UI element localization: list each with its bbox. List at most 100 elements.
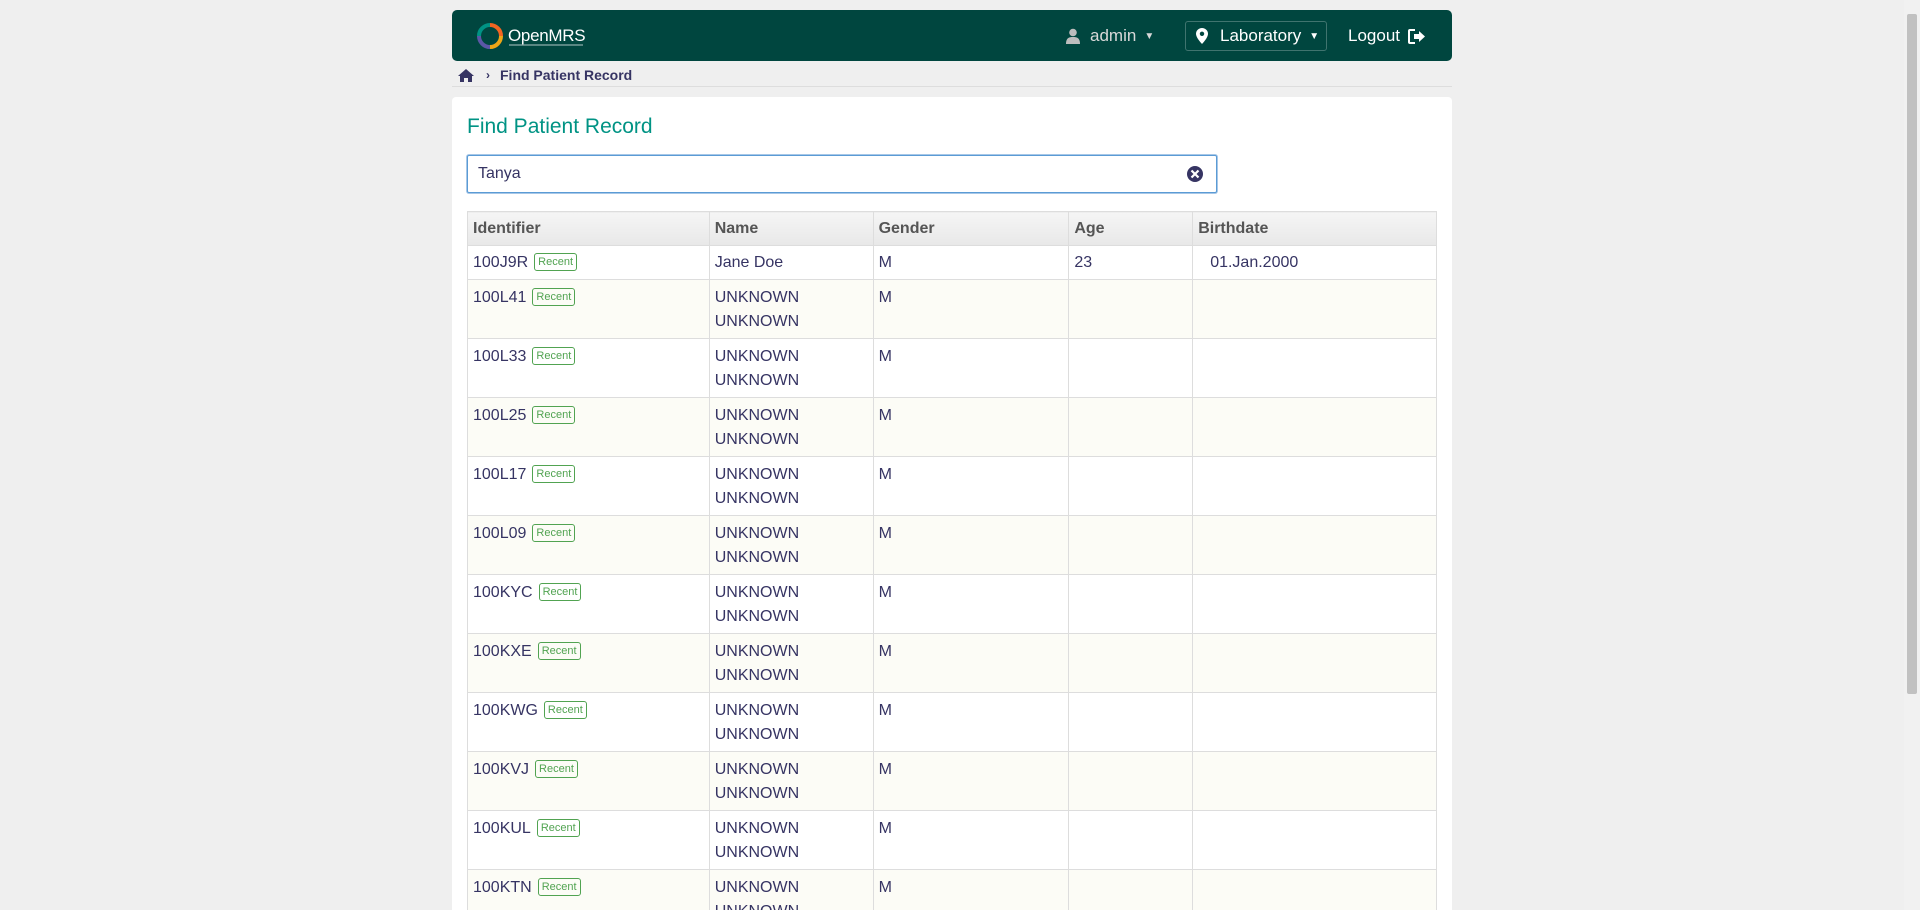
table-row[interactable]: 100KXE Recent UNKNOWN UNKNOWN M	[467, 633, 1437, 693]
column-header-birthdate[interactable]: Birthdate	[1192, 211, 1437, 246]
family-name: UNKNOWN	[714, 667, 800, 684]
app-header: OpenMRS admin ▼ Laboratory ▼ Logout	[452, 10, 1452, 61]
location-menu[interactable]: Laboratory ▼	[1185, 21, 1327, 51]
identifier-text: 100KUL	[473, 820, 531, 837]
family-name: UNKNOWN	[714, 313, 800, 330]
home-link[interactable]	[458, 68, 474, 82]
cell-birthdate	[1192, 456, 1437, 516]
cell-gender: M	[872, 338, 1070, 398]
given-name: UNKNOWN	[714, 702, 800, 719]
page-scrollbar[interactable]	[1904, 0, 1920, 910]
table-row[interactable]: 100KUL Recent UNKNOWN UNKNOWN M	[467, 810, 1437, 870]
cell-birthdate	[1192, 338, 1437, 398]
identifier-text: 100KWG	[473, 702, 538, 719]
cell-name: UNKNOWN UNKNOWN	[708, 751, 874, 811]
cell-name: UNKNOWN UNKNOWN	[708, 279, 874, 339]
close-circle-icon[interactable]	[1186, 165, 1204, 183]
cell-name: UNKNOWN UNKNOWN	[708, 574, 874, 634]
location-name: Laboratory	[1220, 26, 1302, 45]
page: OpenMRS admin ▼ Laboratory ▼ Logout › Fi…	[0, 0, 1920, 910]
column-header-identifier[interactable]: Identifier	[467, 211, 710, 246]
user-menu[interactable]: admin ▼	[1066, 24, 1154, 48]
chevron-right-icon: ›	[486, 68, 490, 82]
main-panel: Find Patient Record Identifier Name Gen	[452, 97, 1452, 910]
sign-out-icon	[1408, 28, 1425, 44]
given-name: UNKNOWN	[714, 879, 800, 896]
cell-identifier: 100J9R Recent	[467, 245, 710, 280]
given-name: UNKNOWN	[714, 525, 800, 542]
column-header-gender[interactable]: Gender	[872, 211, 1070, 246]
cell-gender: M	[872, 279, 1070, 339]
table-row[interactable]: 100L17 Recent UNKNOWN UNKNOWN M	[467, 456, 1437, 516]
cell-birthdate	[1192, 810, 1437, 870]
family-name: UNKNOWN	[714, 726, 800, 743]
table-row[interactable]: 100KYC Recent UNKNOWN UNKNOWN M	[467, 574, 1437, 634]
recent-badge: Recent	[532, 288, 576, 306]
cell-gender: M	[872, 692, 1070, 752]
page-title: Find Patient Record	[467, 115, 653, 138]
cell-age	[1068, 397, 1194, 457]
cell-identifier: 100L41 Recent	[467, 279, 710, 339]
breadcrumb-current: Find Patient Record	[500, 67, 633, 83]
cell-birthdate	[1192, 692, 1437, 752]
identifier-text: 100L25	[473, 407, 527, 424]
cell-birthdate	[1192, 515, 1437, 575]
table-row[interactable]: 100L33 Recent UNKNOWN UNKNOWN M	[467, 338, 1437, 398]
scrollbar-thumb[interactable]	[1907, 14, 1917, 694]
cell-gender: M	[872, 810, 1070, 870]
openmrs-logo[interactable]: OpenMRS	[477, 22, 586, 50]
family-name: UNKNOWN	[714, 431, 800, 448]
cell-age	[1068, 633, 1194, 693]
recent-badge: Recent	[536, 819, 580, 837]
given-name: UNKNOWN	[714, 761, 800, 778]
user-icon	[1066, 28, 1080, 44]
cell-identifier: 100KYC Recent	[467, 574, 710, 634]
table-row[interactable]: 100L25 Recent UNKNOWN UNKNOWN M	[467, 397, 1437, 457]
recent-badge: Recent	[534, 253, 578, 271]
openmrs-logo-icon	[477, 23, 503, 49]
table-row[interactable]: 100KWG Recent UNKNOWN UNKNOWN M	[467, 692, 1437, 752]
table-row[interactable]: 100L09 Recent UNKNOWN UNKNOWN M	[467, 515, 1437, 575]
given-name: UNKNOWN	[714, 820, 800, 837]
column-header-age[interactable]: Age	[1068, 211, 1194, 246]
given-name: UNKNOWN	[714, 643, 800, 660]
cell-age	[1068, 751, 1194, 811]
cell-age	[1068, 515, 1194, 575]
cell-identifier: 100L25 Recent	[467, 397, 710, 457]
cell-gender: M	[872, 456, 1070, 516]
patient-name: Jane Doe	[714, 254, 784, 271]
breadcrumb: › Find Patient Record	[452, 64, 1452, 87]
column-header-name[interactable]: Name	[708, 211, 874, 246]
logout-button[interactable]: Logout	[1348, 24, 1426, 48]
cell-name: UNKNOWN UNKNOWN	[708, 692, 874, 752]
cell-identifier: 100KXE Recent	[467, 633, 710, 693]
table-row[interactable]: 100J9R Recent Jane Doe M 23 01.Jan.2000	[467, 245, 1437, 280]
table-row[interactable]: 100KTN Recent UNKNOWN UNKNOWN M	[467, 869, 1437, 910]
patient-search-input[interactable]	[478, 156, 1168, 192]
identifier-text: 100KTN	[473, 879, 532, 896]
table-row[interactable]: 100KVJ Recent UNKNOWN UNKNOWN M	[467, 751, 1437, 811]
cell-age	[1068, 810, 1194, 870]
table-row[interactable]: 100L41 Recent UNKNOWN UNKNOWN M	[467, 279, 1437, 339]
cell-identifier: 100L33 Recent	[467, 338, 710, 398]
user-name: admin	[1090, 26, 1137, 45]
identifier-text: 100L17	[473, 466, 527, 483]
cell-identifier: 100L17 Recent	[467, 456, 710, 516]
table-header-row: Identifier Name Gender Age Birthdate	[467, 211, 1437, 246]
family-name: UNKNOWN	[714, 785, 800, 802]
cell-age: 23	[1068, 245, 1194, 280]
cell-gender: M	[872, 869, 1070, 910]
cell-name: UNKNOWN UNKNOWN	[708, 810, 874, 870]
identifier-text: 100L09	[473, 525, 527, 542]
logout-label: Logout	[1348, 26, 1400, 45]
recent-badge: Recent	[537, 878, 581, 896]
patient-search-box	[467, 155, 1217, 193]
recent-badge: Recent	[532, 465, 576, 483]
cell-gender: M	[872, 515, 1070, 575]
recent-badge: Recent	[543, 701, 587, 719]
cell-age	[1068, 279, 1194, 339]
map-marker-icon	[1196, 28, 1208, 44]
recent-badge: Recent	[535, 760, 578, 778]
cell-gender: M	[872, 397, 1070, 457]
family-name: UNKNOWN	[714, 490, 800, 507]
